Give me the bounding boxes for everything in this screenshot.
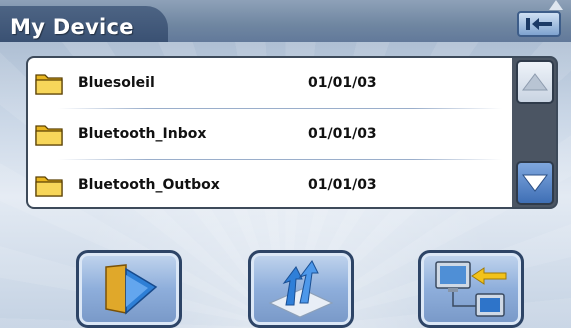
transfer-button[interactable]: [248, 250, 354, 328]
title-tab: My Device: [0, 6, 168, 42]
file-date: 01/01/03: [308, 176, 377, 193]
exit-button[interactable]: [517, 11, 561, 37]
open-folder-button[interactable]: [76, 250, 182, 328]
sync-button[interactable]: [418, 250, 524, 328]
scrollbar[interactable]: [512, 58, 556, 207]
file-list: Bluesoleil 01/01/03 Bluetooth_Inbox 01/0…: [28, 58, 512, 207]
file-name: Bluetooth_Outbox: [78, 176, 220, 193]
file-name: Bluetooth_Inbox: [78, 125, 207, 142]
list-item[interactable]: Bluetooth_Outbox 01/01/03: [28, 160, 512, 207]
transfer-arrows-icon: [268, 260, 334, 318]
file-date: 01/01/03: [308, 74, 377, 91]
scroll-up-button[interactable]: [516, 60, 554, 104]
folder-icon: [35, 124, 63, 146]
open-folder-icon: [105, 264, 158, 315]
arrow-down-icon: [522, 174, 548, 192]
corner-notch-icon: [549, 0, 563, 10]
arrow-up-icon: [522, 73, 548, 91]
list-item[interactable]: Bluesoleil 01/01/03: [28, 58, 512, 107]
list-item[interactable]: Bluetooth_Inbox 01/01/03: [28, 109, 512, 158]
folder-icon: [35, 175, 63, 197]
exit-arrow-icon: [526, 18, 552, 30]
title-bar: My Device: [0, 0, 571, 42]
page-title: My Device: [10, 15, 134, 39]
scroll-down-button[interactable]: [516, 161, 554, 205]
computer-sync-icon: [435, 261, 507, 317]
file-name: Bluesoleil: [78, 74, 155, 91]
folder-icon: [35, 73, 63, 95]
file-date: 01/01/03: [308, 125, 377, 142]
